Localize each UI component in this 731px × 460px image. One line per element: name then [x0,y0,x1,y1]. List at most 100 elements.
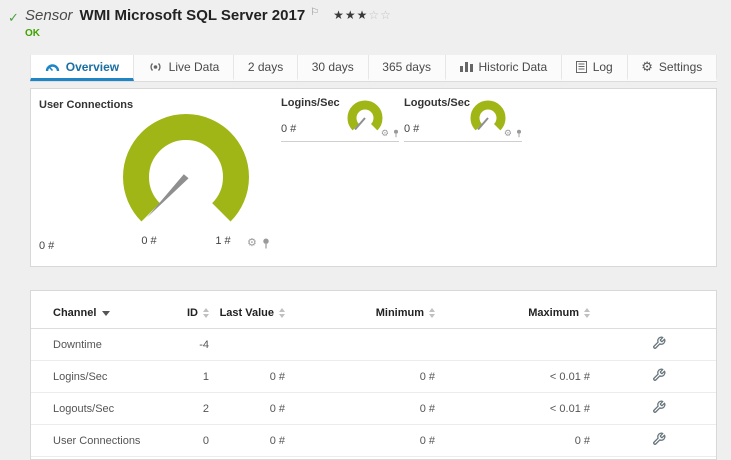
id-cell: 2 [161,392,209,425]
gauge-scale-min: 0 # [141,235,157,247]
tab-30-days[interactable]: 30 days [298,55,369,81]
column-header-label: Minimum [375,307,424,319]
tab-label: 30 days [311,59,354,74]
gauge-title: Logouts/Sec [404,97,471,109]
title-row: Sensor WMI Microsoft SQL Server 2017 ⚐ ★… [25,7,392,24]
gauge-title: Logins/Sec [281,97,340,109]
gauge-action-icons: ⚙ [247,238,270,249]
sort-arrows-icon [429,308,435,319]
tab-label: Historic Data [478,59,548,74]
sensor-header: ✓ Sensor WMI Microsoft SQL Server 2017 ⚐… [0,0,731,54]
stars-empty: ☆☆ [368,8,392,22]
table-row-user-connections: User Connections 0 0 # 0 # 0 # [31,424,716,457]
gauge-settings-gear-icon[interactable]: ⚙ [504,129,512,138]
tab-bar: Overview Live Data 2 days 30 days 365 da… [30,55,718,82]
sort-arrows-icon [203,308,209,319]
channel-settings-button[interactable] [652,400,666,414]
channel-name-cell: Logins/Sec [31,360,161,393]
tab-overview[interactable]: Overview [30,55,134,81]
column-header-label: Maximum [528,307,579,319]
sort-arrows-icon [279,308,285,319]
column-header-label: Channel [53,307,97,319]
tab-label: Log [592,59,613,74]
tab-label: Overview [65,59,120,74]
channel-settings-button[interactable] [652,368,666,382]
gauge-scale-max: 1 # [215,235,231,247]
gear-icon: ⚙ [641,59,653,74]
channel-name-cell: Downtime [31,328,161,361]
column-header-minimum[interactable]: Minimum [285,291,435,329]
gauges-panel: User Connections 0 # 1 # 0 # ⚙ Logins/Se… [30,88,717,267]
tab-label: Settings [658,59,703,74]
minimum-cell [285,328,435,361]
tab-live-data[interactable]: Live Data [134,55,235,81]
gauge-settings-gear-icon[interactable]: ⚙ [381,129,389,138]
last-value-cell: 0 # [209,360,285,393]
priority-stars[interactable]: ★★★☆☆ [333,8,392,22]
dropdown-caret-icon [102,310,111,316]
gauge-current-value: 0 # [404,123,420,135]
tab-historic-data[interactable]: Historic Data [446,55,562,81]
maximum-cell: < 0.01 # [435,360,590,393]
gauge-icon [45,64,59,72]
wrench-icon [653,432,666,445]
channel-name-cell: User Connections [31,424,161,457]
minimum-cell: 0 # [285,392,435,425]
status-badge: OK [25,28,40,39]
table-row-downtime: Downtime -4 [31,328,716,361]
column-header-id[interactable]: ID [161,291,209,329]
tab-log[interactable]: Log [562,55,628,81]
tab-2-days[interactable]: 2 days [234,55,298,81]
maximum-cell [435,328,590,361]
last-value-cell [209,328,285,361]
column-header-label: Last Value [219,307,274,319]
object-kind-label: Sensor [25,7,73,24]
wrench-icon [653,336,666,349]
bar-chart-icon [459,62,473,72]
maximum-cell: 0 # [435,424,590,457]
tab-365-days[interactable]: 365 days [369,55,446,81]
channel-settings-button[interactable] [652,336,666,350]
table-row-logins-sec: Logins/Sec 1 0 # 0 # < 0.01 # [31,360,716,393]
gauge-action-icons: ⚙ [504,129,522,138]
last-value-cell: 0 # [209,392,285,425]
column-header-last-value[interactable]: Last Value [209,291,285,329]
channels-table-panel: Channel ID Last Value Minimum Maximum Do… [30,290,717,460]
gauge-logins-sec: Logins/Sec 0 # ⚙ [281,97,399,142]
id-cell: 1 [161,360,209,393]
channel-settings-button[interactable] [652,432,666,446]
wrench-icon [653,368,666,381]
column-header-maximum[interactable]: Maximum [435,291,590,329]
page-title: WMI Microsoft SQL Server 2017 [79,7,306,24]
last-value-cell: 0 # [209,424,285,457]
sensor-page: ✓ Sensor WMI Microsoft SQL Server 2017 ⚐… [0,0,731,460]
channels-table: Channel ID Last Value Minimum Maximum Do… [31,291,716,457]
status-ok-check-icon: ✓ [8,10,19,25]
gauge-settings-gear-icon[interactable]: ⚙ [247,238,257,249]
wrench-icon [653,400,666,413]
table-row-logouts-sec: Logouts/Sec 2 0 # 0 # < 0.01 # [31,392,716,425]
column-header-channel[interactable]: Channel [31,291,161,329]
id-cell: -4 [161,328,209,361]
user-connections-gauge [123,114,249,222]
pin-icon[interactable] [393,129,399,138]
column-header-actions [590,291,716,329]
tab-label: Live Data [168,59,220,74]
pin-icon[interactable] [262,238,270,249]
header-main: Sensor WMI Microsoft SQL Server 2017 ⚐ ★… [25,7,392,39]
flag-icon[interactable]: ⚐ [310,7,319,18]
table-header-row: Channel ID Last Value Minimum Maximum [31,291,716,329]
pin-icon[interactable] [516,129,522,138]
stars-filled: ★★★ [333,8,369,22]
maximum-cell: < 0.01 # [435,392,590,425]
minimum-cell: 0 # [285,360,435,393]
log-document-icon [575,60,587,73]
live-broadcast-icon [150,62,161,71]
sort-arrows-icon [584,308,590,319]
column-header-label: ID [187,307,198,319]
gauge-current-value: 0 # [39,240,55,252]
tab-settings[interactable]: ⚙ Settings [628,55,718,81]
gauge-action-icons: ⚙ [381,129,399,138]
tab-label: 365 days [382,59,431,74]
tab-label: 2 days [247,59,284,74]
